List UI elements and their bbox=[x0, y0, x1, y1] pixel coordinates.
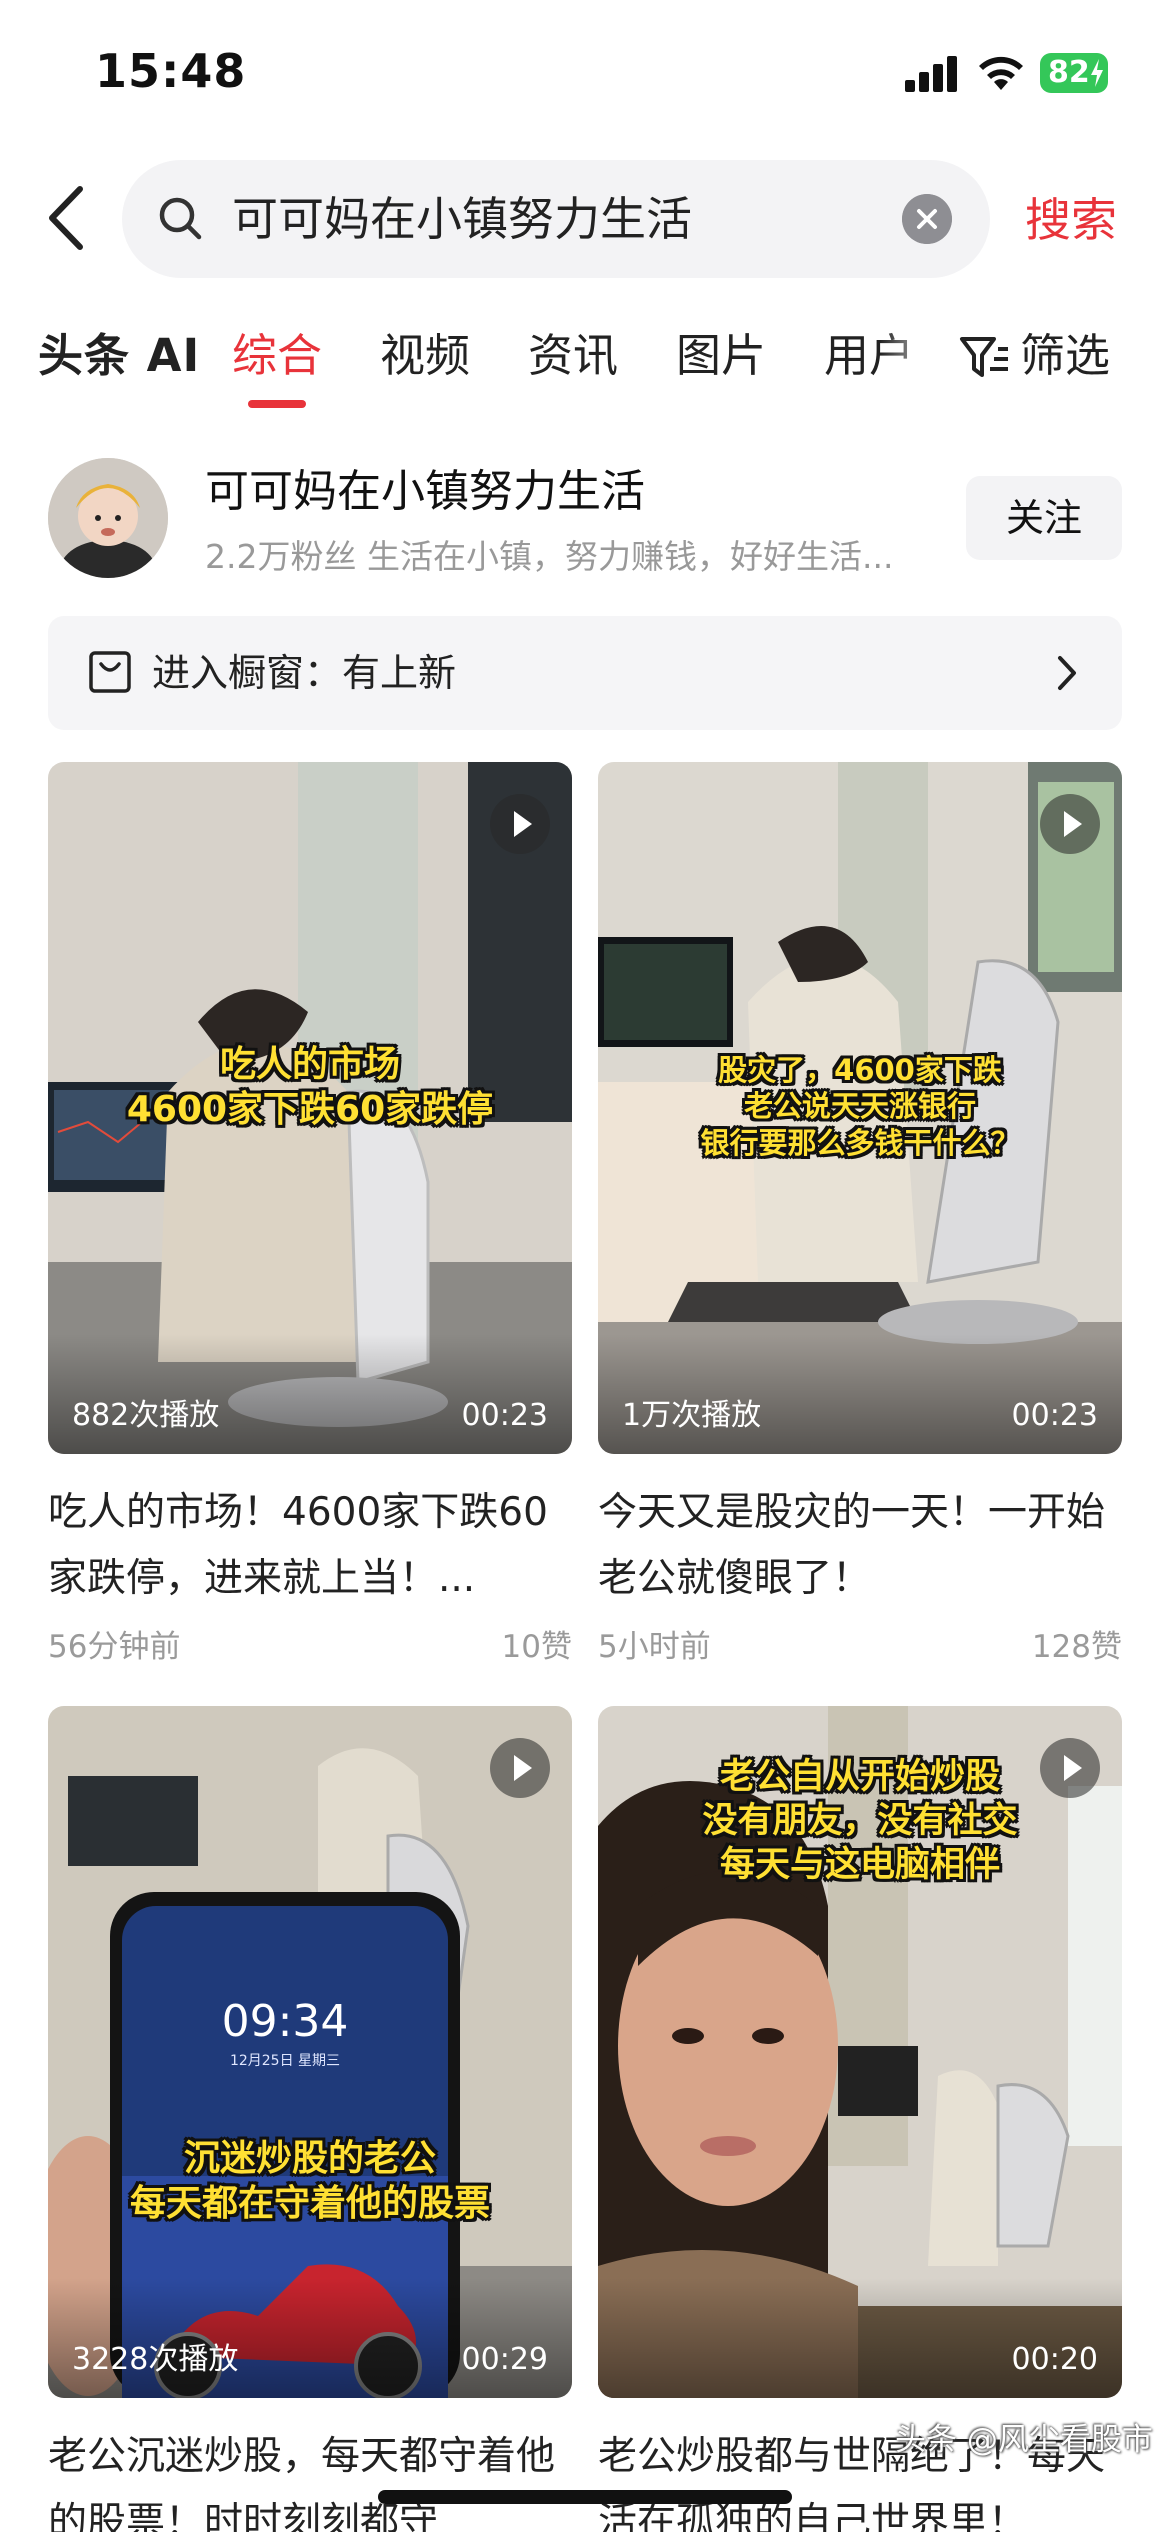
video-title[interactable]: 今天又是股灾的一天！一开始老公就傻眼了！ bbox=[598, 1480, 1122, 1612]
video-card[interactable]: 吃人的市场 4600家下跌60家跌停 882次播放 00:23 吃人的市场！46… bbox=[48, 762, 572, 1672]
tab-video[interactable]: 视频 bbox=[380, 325, 470, 387]
play-count: 882次播放 bbox=[72, 1398, 220, 1433]
video-card[interactable]: 股灾了，4600家下跌 老公说天天涨银行 银行要那么多钱干什么？ 1万次播放 0… bbox=[598, 762, 1122, 1672]
play-icon bbox=[1040, 794, 1100, 854]
battery-indicator: 82 bbox=[1040, 53, 1108, 93]
video-meta: 56分钟前 10赞 bbox=[48, 1622, 572, 1672]
account-avatar[interactable] bbox=[48, 458, 168, 578]
filter-icon bbox=[960, 337, 1008, 377]
video-thumbnail[interactable]: 09:34 12月25日 星期三 沉迷炒股的老公 每天都在守着他的股票 3228… bbox=[48, 1706, 572, 2398]
follow-button[interactable]: 关注 bbox=[966, 476, 1122, 560]
status-time: 15:48 bbox=[95, 44, 247, 98]
thumbnail-shade bbox=[48, 1334, 572, 1454]
charging-bolt-icon bbox=[1091, 59, 1103, 87]
clear-search-icon[interactable] bbox=[902, 194, 952, 244]
video-thumbnail[interactable]: 股灾了，4600家下跌 老公说天天涨银行 银行要那么多钱干什么？ 1万次播放 0… bbox=[598, 762, 1122, 1454]
search-button[interactable]: 搜索 bbox=[1025, 190, 1117, 250]
search-tabs: 头条 AI 综合 视频 资讯 图片 用户 筛选 bbox=[0, 320, 1170, 420]
shop-window-entry[interactable]: 进入橱窗：有上新 bbox=[48, 616, 1122, 730]
search-query-text[interactable]: 可可妈在小镇努力生活 bbox=[232, 188, 692, 250]
video-duration: 00:29 bbox=[461, 2342, 548, 2377]
watermark: 头条 @风尘看股市 bbox=[895, 2422, 1153, 2458]
tab-images[interactable]: 图片 bbox=[676, 325, 766, 387]
tab-toutiao-ai[interactable]: 头条 AI bbox=[38, 325, 200, 387]
publish-time: 5小时前 bbox=[598, 1629, 711, 1665]
phone-lockscreen-date: 12月25日 星期三 bbox=[229, 2053, 341, 2069]
status-bar: 15:48 82 bbox=[0, 0, 1170, 150]
thumbnail-shade bbox=[598, 1334, 1122, 1454]
shop-bag-icon bbox=[89, 651, 131, 693]
play-count: 1万次播放 bbox=[622, 1398, 762, 1433]
thumbnail-shade bbox=[48, 2278, 572, 2398]
like-count: 128赞 bbox=[1031, 1629, 1122, 1665]
video-card[interactable]: 老公自从开始炒股 没有朋友，没有社交 每天与这电脑相伴 00:20 老公炒股都与… bbox=[598, 1706, 1122, 2532]
tab-comprehensive[interactable]: 综合 bbox=[232, 325, 322, 387]
back-arrow-icon[interactable] bbox=[42, 185, 92, 251]
play-count: 3228次播放 bbox=[72, 2342, 239, 2377]
video-duration: 00:23 bbox=[461, 1398, 548, 1433]
active-tab-indicator bbox=[248, 400, 306, 408]
phone-lockscreen-time: 09:34 bbox=[221, 1996, 349, 2047]
video-meta: 5小时前 128赞 bbox=[598, 1622, 1122, 1672]
account-name[interactable]: 可可妈在小镇努力生活 bbox=[205, 462, 645, 522]
video-title[interactable]: 吃人的市场！4600家下跌60家跌停，进来就上当！... bbox=[48, 1480, 572, 1612]
video-thumbnail[interactable]: 吃人的市场 4600家下跌60家跌停 882次播放 00:23 bbox=[48, 762, 572, 1454]
video-thumbnail[interactable]: 老公自从开始炒股 没有朋友，没有社交 每天与这电脑相伴 00:20 bbox=[598, 1706, 1122, 2398]
cellular-signal-icon bbox=[905, 56, 959, 92]
thumbnail-shade bbox=[598, 2278, 1122, 2398]
thumbnail-caption: 吃人的市场 4600家下跌60家跌停 bbox=[126, 1044, 494, 1130]
publish-time: 56分钟前 bbox=[48, 1629, 181, 1665]
video-title[interactable]: 老公沉迷炒股，每天都守着他的股票！时时刻刻都守 bbox=[48, 2424, 572, 2532]
home-indicator[interactable] bbox=[378, 2490, 792, 2504]
search-input[interactable]: 可可妈在小镇努力生活 bbox=[122, 160, 990, 278]
tab-news[interactable]: 资讯 bbox=[528, 325, 618, 387]
video-card[interactable]: 09:34 12月25日 星期三 沉迷炒股的老公 每天都在守着他的股票 3228… bbox=[48, 1706, 572, 2532]
play-icon bbox=[490, 794, 550, 854]
account-description: 2.2万粉丝 生活在小镇，努力赚钱，好好生活... bbox=[205, 537, 894, 576]
thumbnail-caption: 沉迷炒股的老公 每天都在守着他的股票 bbox=[129, 2138, 490, 2224]
like-count: 10赞 bbox=[501, 1629, 572, 1665]
thumbnail-caption: 股灾了，4600家下跌 老公说天天涨银行 银行要那么多钱干什么？ bbox=[700, 1053, 1020, 1160]
play-icon bbox=[490, 1738, 550, 1798]
shop-window-text: 进入橱窗：有上新 bbox=[152, 651, 457, 695]
chevron-right-icon bbox=[1058, 656, 1076, 690]
wifi-icon bbox=[979, 56, 1023, 90]
battery-level: 82 bbox=[1048, 55, 1090, 90]
filter-label: 筛选 bbox=[1020, 329, 1111, 382]
video-duration: 00:23 bbox=[1011, 1398, 1098, 1433]
video-duration: 00:20 bbox=[1011, 2342, 1098, 2377]
play-icon bbox=[1040, 1738, 1100, 1798]
tab-fade-overlay bbox=[880, 320, 950, 400]
search-icon bbox=[159, 197, 202, 240]
